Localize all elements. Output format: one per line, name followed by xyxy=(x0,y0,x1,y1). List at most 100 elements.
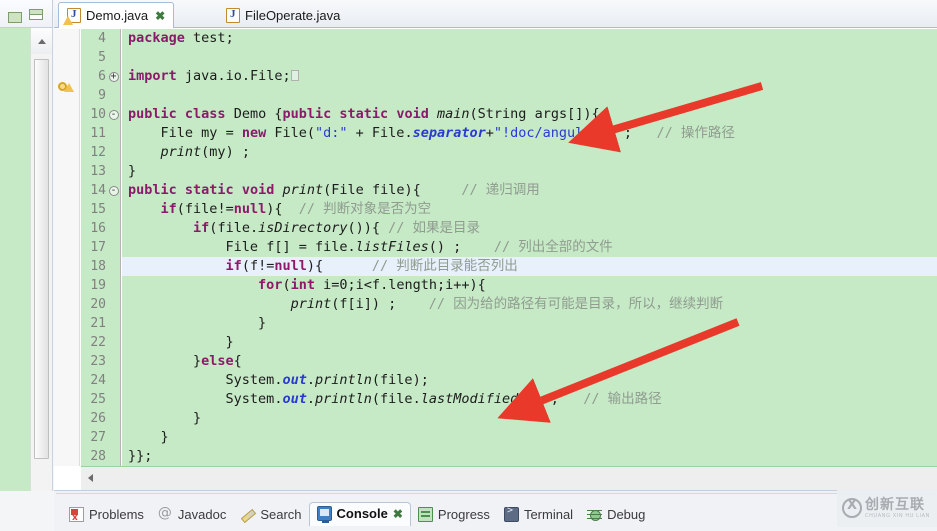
watermark-en-text: CHUANG XIN HU LIAN xyxy=(865,512,930,519)
code-line[interactable]: print(f[i]) ; // 因为给的路径有可能是目录，所以，继续判断 xyxy=(122,295,937,314)
scroll-left-arrow-icon[interactable] xyxy=(81,467,103,490)
code-line[interactable]: if(f!=null){ // 判断此目录能否列出 xyxy=(122,257,937,276)
line-number: 4 xyxy=(98,31,106,46)
code-line[interactable]: public class Demo {public static void ma… xyxy=(122,105,937,124)
bottom-tab-label: Javadoc xyxy=(177,506,227,522)
bottom-tab-problems[interactable]: Problems xyxy=(62,504,151,525)
watermark-cn-text: 创新互联 xyxy=(865,496,925,513)
scroll-up-arrow-icon[interactable] xyxy=(31,28,52,54)
horizontal-scrollbar[interactable] xyxy=(81,466,937,490)
line-number: 27 xyxy=(90,430,106,445)
line-number: 5 xyxy=(98,50,106,65)
warning-marker-icon[interactable] xyxy=(58,80,74,94)
line-number: 6 xyxy=(98,69,106,84)
code-line[interactable]: }}; xyxy=(122,447,937,466)
warning-triangle-icon xyxy=(64,83,74,92)
line-number: 13 xyxy=(90,164,106,179)
code-line[interactable]: public static void print(File file){ // … xyxy=(122,181,937,200)
search-icon xyxy=(240,507,255,522)
line-number: 9 xyxy=(98,88,106,103)
code-line[interactable]: } xyxy=(122,314,937,333)
code-line[interactable]: System.out.println(file.lastModified()) … xyxy=(122,390,937,409)
code-line[interactable]: if(file.isDirectory()){ // 如果是目录 xyxy=(122,219,937,238)
folded-imports-icon[interactable] xyxy=(290,70,299,81)
problems-icon xyxy=(69,506,84,523)
close-icon[interactable]: ✖ xyxy=(155,9,165,23)
terminal-icon xyxy=(503,505,519,522)
fold-collapse-icon[interactable]: - xyxy=(107,181,120,200)
bottom-tab-label: Search xyxy=(260,506,302,522)
console-icon xyxy=(316,506,332,523)
editor-tab-label: Demo.java xyxy=(86,8,149,23)
code-line[interactable]: print(my) ; xyxy=(122,143,937,162)
code-line[interactable]: } xyxy=(122,333,937,352)
bottom-tab-search[interactable]: Search xyxy=(233,504,308,525)
code-line[interactable]: }else{ xyxy=(122,352,937,371)
code-line[interactable]: import java.io.File; xyxy=(122,67,937,86)
code-line[interactable]: package test; xyxy=(122,29,937,48)
java-file-icon xyxy=(226,8,240,23)
code-line[interactable]: } xyxy=(122,162,937,181)
java-file-icon xyxy=(63,8,81,25)
code-line[interactable]: if(file!=null){ // 判断对象是否为空 xyxy=(122,200,937,219)
fold-expand-icon[interactable]: + xyxy=(107,67,120,86)
code-line[interactable]: } xyxy=(122,428,937,447)
line-number-ruler: 4 5 6 +9 10-11 12 13 14-15 16 17 18 19 20 21 22 23 24 25 2… xyxy=(81,29,121,466)
bottom-view-stack: Problems Javadoc Search Console ✖ Progress Ter… xyxy=(54,490,937,531)
editor-tab-fileoperate-java[interactable]: FileOperate.java xyxy=(218,3,348,28)
code-line[interactable] xyxy=(122,48,937,67)
line-number: 17 xyxy=(90,240,106,255)
code-line[interactable]: } xyxy=(122,409,937,428)
line-number: 21 xyxy=(90,316,106,331)
line-number: 22 xyxy=(90,335,106,350)
line-number: 23 xyxy=(90,354,106,369)
bottom-tab-label: Debug xyxy=(607,506,646,522)
bottom-tab-label: Console xyxy=(336,506,388,521)
code-line[interactable] xyxy=(122,86,937,105)
maximize-icon[interactable] xyxy=(29,9,43,20)
line-number: 12 xyxy=(90,145,106,160)
progress-icon xyxy=(417,506,433,522)
vertical-scrollbar[interactable] xyxy=(30,28,53,491)
bottom-tab-bar: Problems Javadoc Search Console ✖ Progress Ter… xyxy=(62,499,937,529)
restore-icon[interactable] xyxy=(8,12,22,23)
bottom-tab-progress[interactable]: Progress xyxy=(411,504,497,525)
line-number: 24 xyxy=(90,373,106,388)
editor-area: Demo.java ✖ FileOperate.java 456+910-111… xyxy=(54,0,937,490)
bottom-tab-label: Problems xyxy=(89,506,144,522)
code-line[interactable]: File f[] = file.listFiles() ; // 列出全部的文件 xyxy=(122,238,937,257)
bottom-tab-terminal[interactable]: Terminal xyxy=(497,504,580,525)
javadoc-icon xyxy=(158,505,173,522)
line-number: 14 xyxy=(90,183,106,198)
line-number: 16 xyxy=(90,221,106,236)
watermark-logo: 创新互联 CHUANG XIN HU LIAN xyxy=(837,489,937,527)
bottom-tab-label: Terminal xyxy=(523,506,574,522)
code-line[interactable]: System.out.println(file); xyxy=(122,371,937,390)
bottom-tab-javadoc[interactable]: Javadoc xyxy=(151,504,233,525)
close-icon[interactable]: ✖ xyxy=(393,507,403,521)
warning-overlay-icon xyxy=(63,16,73,25)
code-line[interactable]: for(int i=0;i<f.length;i++){ xyxy=(122,276,937,295)
source-code-view[interactable]: package test; import java.io.File; public … xyxy=(122,29,937,466)
line-number: 25 xyxy=(90,392,106,407)
fold-collapse-icon[interactable]: - xyxy=(107,105,120,124)
line-number: 11 xyxy=(90,126,106,141)
editor-tab-bar: Demo.java ✖ FileOperate.java xyxy=(54,0,937,28)
minimized-view-stack-toolbar xyxy=(0,0,53,28)
line-number: 26 xyxy=(90,411,106,426)
line-number: 18 xyxy=(90,259,106,274)
code-line[interactable]: File my = new File("d:" + File.separator… xyxy=(122,124,937,143)
bottom-tab-debug[interactable]: Debug xyxy=(580,504,652,525)
editor-tab-label: FileOperate.java xyxy=(245,8,341,23)
scrollbar-thumb[interactable] xyxy=(34,59,49,459)
line-number: 19 xyxy=(90,278,106,293)
left-editor-strip xyxy=(0,28,30,491)
debug-icon xyxy=(587,507,603,522)
bottom-tab-label: Progress xyxy=(437,506,490,522)
line-number: 20 xyxy=(90,297,106,312)
editor-tab-demo-java[interactable]: Demo.java ✖ xyxy=(58,2,175,28)
bottom-tab-console[interactable]: Console ✖ xyxy=(308,502,411,526)
line-number: 15 xyxy=(90,202,106,217)
logo-mark-icon xyxy=(842,498,862,518)
line-number: 28 xyxy=(90,449,106,464)
